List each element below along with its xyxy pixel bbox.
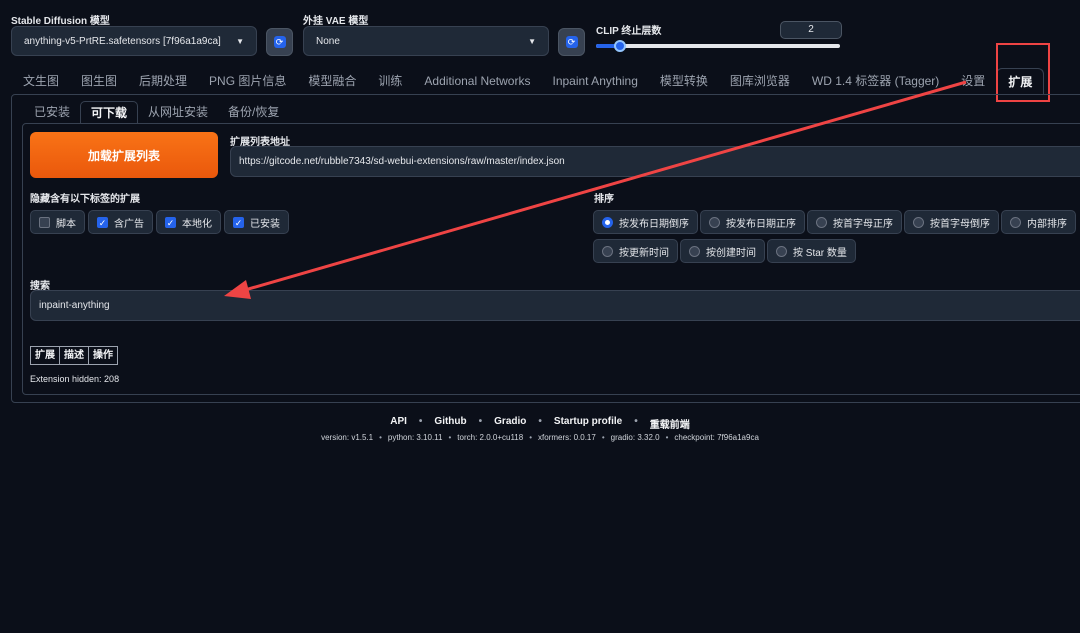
annotation-arrow-line — [237, 80, 967, 294]
annotation-arrow — [224, 80, 967, 299]
annotation-arrow-head — [224, 280, 251, 299]
